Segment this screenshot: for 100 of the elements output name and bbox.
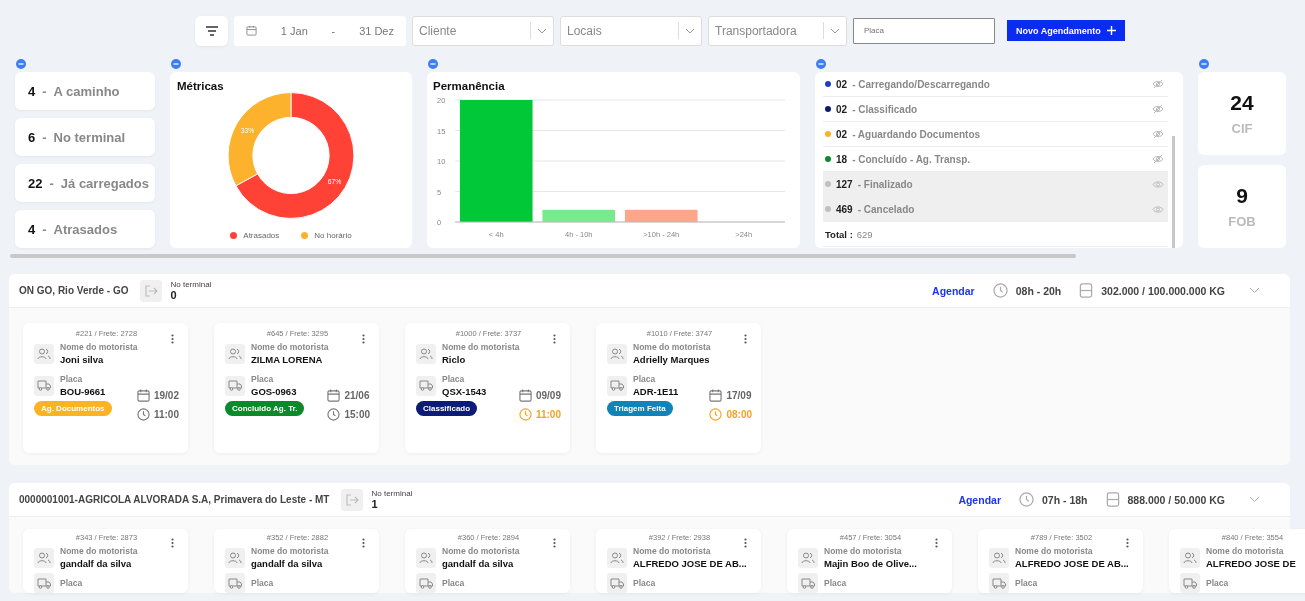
schedule-date: 19/02 xyxy=(153,390,179,401)
status-row[interactable]: 127 - Finalizado xyxy=(823,172,1168,197)
more-icon[interactable] xyxy=(171,538,174,548)
eye-slash-icon[interactable] xyxy=(1152,79,1164,89)
users-icon xyxy=(607,343,627,364)
schedule-date: 17/09 xyxy=(726,390,752,401)
status-count: 02 xyxy=(836,103,848,115)
scrollbar-thumb[interactable] xyxy=(1172,136,1175,248)
collapse-icon[interactable] xyxy=(1199,59,1209,69)
schedule-date: 21/06 xyxy=(344,390,370,401)
driver-name: Majin Boo de Olive... xyxy=(824,558,917,569)
chevron-down-icon xyxy=(830,27,840,34)
stat-separator: - xyxy=(42,129,47,145)
eye-slash-icon[interactable] xyxy=(1152,104,1164,114)
users-icon xyxy=(1180,547,1200,568)
driver-name: gandalf da silva xyxy=(60,558,133,569)
plate-label: Placa xyxy=(442,578,465,588)
driver-name: Riclo xyxy=(442,354,467,365)
new-schedule-button[interactable]: Novo Agendamento xyxy=(1007,20,1125,41)
select-field[interactable]: Locais xyxy=(560,15,702,46)
eye-slash-icon[interactable] xyxy=(1152,129,1164,139)
truck-icon xyxy=(607,375,627,396)
schedule-link[interactable]: Agendar xyxy=(932,284,975,297)
clock-icon xyxy=(518,408,532,421)
opening-hours: 07h - 18h xyxy=(1041,493,1088,506)
plate-label: Placa xyxy=(824,578,847,588)
chevron-down-icon xyxy=(537,27,547,34)
status-count: 02 xyxy=(836,78,848,90)
users-icon xyxy=(34,343,54,364)
status-label: - Concluído - Ag. Transp. xyxy=(852,153,972,165)
status-count: 469 xyxy=(836,203,853,215)
driver-label: Nome do motorista xyxy=(251,546,329,556)
filter-button[interactable] xyxy=(195,15,228,46)
collapse-icon[interactable] xyxy=(171,59,181,69)
driver-label: Nome do motorista xyxy=(251,342,329,352)
status-label: - Finalizado xyxy=(857,178,914,190)
clock-icon xyxy=(992,283,1008,298)
calendar-icon xyxy=(709,389,723,402)
driver-name: Adrielly Marques xyxy=(633,354,711,365)
collapse-icon[interactable] xyxy=(16,59,26,69)
more-icon[interactable] xyxy=(744,334,747,344)
truck-icon xyxy=(1180,573,1200,593)
collapse-icon[interactable] xyxy=(428,59,438,69)
driver-name: Joni silva xyxy=(60,354,105,365)
stat-separator: - xyxy=(42,221,47,237)
users-icon xyxy=(989,547,1009,568)
more-icon[interactable] xyxy=(553,538,556,548)
driver-label: Nome do motorista xyxy=(60,546,138,556)
select-field[interactable]: Cliente xyxy=(412,15,554,46)
select-field[interactable]: Transportadora xyxy=(708,15,847,46)
chevron-down-icon[interactable] xyxy=(1249,496,1260,503)
schedule-link[interactable]: Agendar xyxy=(958,493,1001,506)
schedule-time: 11:00 xyxy=(153,409,179,420)
eye-slash-icon[interactable] xyxy=(1152,154,1164,164)
capacity: 302.000 / 100.000.000 KG xyxy=(1101,284,1225,297)
plate-number: BOU-9661 xyxy=(60,386,106,397)
plate-number: GOS-0963 xyxy=(251,386,297,397)
exit-icon xyxy=(341,488,364,511)
status-label: - Cancelado xyxy=(857,203,916,215)
more-icon[interactable] xyxy=(935,538,938,548)
stat-label: Já carregados xyxy=(60,175,149,191)
scale-icon xyxy=(1105,492,1120,507)
status-label: - Aguardando Documentos xyxy=(852,128,982,140)
stat-count: 6 xyxy=(28,129,36,145)
more-icon[interactable] xyxy=(362,334,365,344)
driver-label: Nome do motorista xyxy=(60,342,138,352)
location-name: ON GO, Rio Verde - GO xyxy=(19,285,129,296)
status-row[interactable]: 02 - Carregando/Descarregando xyxy=(823,72,1168,97)
freight-count: 24 xyxy=(1230,91,1254,115)
metrics-title: Métricas xyxy=(177,80,224,92)
driver-label: Nome do motorista xyxy=(442,342,520,352)
clock-icon xyxy=(136,408,150,421)
driver-name: gandalf da silva xyxy=(251,558,324,569)
users-icon xyxy=(225,547,245,568)
chevron-down-icon[interactable] xyxy=(1249,287,1260,294)
total-value: 629 xyxy=(856,228,873,240)
more-icon[interactable] xyxy=(553,334,556,344)
driver-label: Nome do motorista xyxy=(1015,546,1094,556)
plate-label: Placa xyxy=(60,578,83,588)
more-icon[interactable] xyxy=(171,334,174,344)
status-row[interactable]: 02 - Aguardando Documentos xyxy=(823,122,1168,147)
status-row[interactable]: 02 - Classificado xyxy=(823,97,1168,122)
schedule-time: 11:00 xyxy=(535,409,561,420)
status-badge: Ag. Documentos xyxy=(34,401,112,416)
more-icon[interactable] xyxy=(362,538,365,548)
collapse-icon[interactable] xyxy=(816,59,826,69)
status-label: - Classificado xyxy=(852,103,919,115)
scrollbar-thumb[interactable] xyxy=(10,254,1076,258)
calendar-icon xyxy=(246,25,257,36)
plate-label: Placa xyxy=(633,578,656,588)
more-icon[interactable] xyxy=(1126,538,1129,548)
status-badge: Concluido Ag. Tr. xyxy=(225,401,305,416)
plate-search-field[interactable]: Placa xyxy=(853,17,995,44)
driver-name: ALFREDO JOSE DE xyxy=(1206,558,1296,569)
schedule-time: 08:00 xyxy=(726,409,752,420)
date-range-field[interactable]: 1 Jan - 31 Dez xyxy=(234,15,406,46)
stat-count: 4 xyxy=(28,221,36,237)
status-row[interactable]: 469 - Cancelado xyxy=(823,197,1168,222)
more-icon[interactable] xyxy=(744,538,747,548)
status-label: - Carregando/Descarregando xyxy=(852,78,991,90)
